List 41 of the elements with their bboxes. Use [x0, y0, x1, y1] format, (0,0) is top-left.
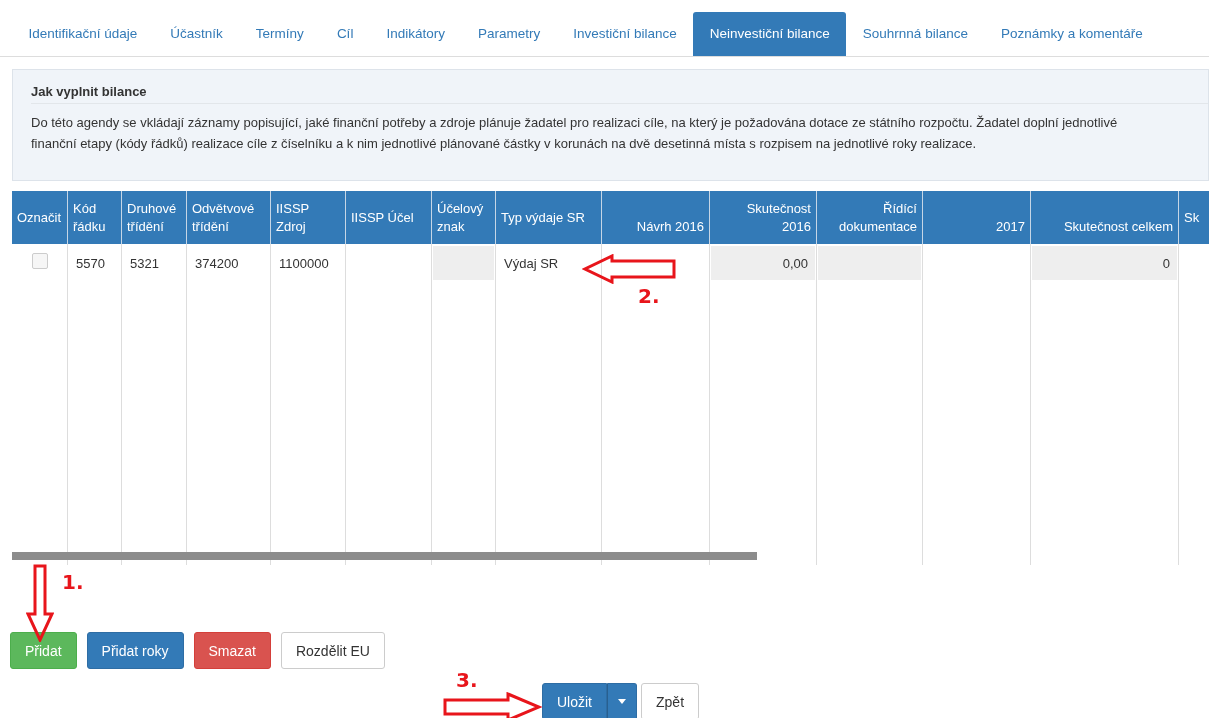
column-header: 2017	[923, 191, 1031, 244]
dropdown-toggle[interactable]	[607, 683, 637, 718]
column-header: IISSP Účel	[346, 191, 432, 244]
save-button[interactable]: Uložit	[542, 683, 607, 718]
back-button[interactable]: Zpět	[641, 683, 700, 718]
table-cell: 0	[1032, 246, 1177, 280]
column-header: Skutečnost 2016	[710, 191, 817, 244]
tab[interactable]: Parametry	[461, 12, 557, 56]
step-number: 1.	[62, 570, 84, 594]
tab[interactable]: Investiční bilance	[556, 12, 694, 56]
tab[interactable]: Identifikační údaje	[12, 12, 154, 56]
step-number: 3.	[456, 668, 478, 692]
column-header: Kód řádku	[68, 191, 122, 244]
column-header: Účelový znak	[432, 191, 496, 244]
action-button[interactable]: Smazat	[193, 632, 271, 669]
help-title: Jak vyplnit bilance	[31, 84, 1208, 104]
column-header: Odvětvové třídění	[187, 191, 271, 244]
tab[interactable]: Neinvestiční bilance	[693, 12, 847, 56]
column-header: Typ výdaje SR	[496, 191, 602, 244]
action-button[interactable]: Rozdělit EU	[280, 632, 385, 669]
tab[interactable]: Cíl	[320, 12, 370, 56]
table-cell: 0,00	[711, 246, 815, 280]
tab[interactable]: Souhrnná bilance	[846, 12, 985, 56]
help-text: Do této agendy se vkládají záznamy popisující, jaké finanční potřeby a zdroje plánuje žadatel pro realizaci cíle, na který je požadována dotace ze státního rozpočtu. Žadatel doplní jednotlivé finanční etapy (kódy řádků) realizace cíle z číselníku a k nim jednotlivé plánované částky v korunách na dvě desetinná místa s rozpisem na jednotlivé roky realizace.	[31, 114, 1119, 153]
column-header: Řídící dokumentace	[817, 191, 923, 244]
horizontal-scrollbar[interactable]	[12, 552, 757, 560]
caret-icon	[618, 699, 626, 704]
action-button[interactable]: Přidat roky	[86, 632, 184, 669]
column-header: Návrh 2016	[602, 191, 710, 244]
column-header: Označit	[12, 191, 68, 244]
column-header: Sk	[1179, 191, 1209, 244]
tab[interactable]: Indikátory	[369, 12, 462, 56]
step-number: 2.	[638, 284, 660, 308]
row-checkbox[interactable]	[31, 253, 48, 269]
column-header: Skutečnost celkem	[1031, 191, 1179, 244]
action-button[interactable]: Přidat	[10, 632, 77, 669]
column-header: IISSP Zdroj	[271, 191, 346, 244]
column-header: Druhové třídění	[122, 191, 187, 244]
tab[interactable]: Účastník	[153, 12, 240, 56]
tab[interactable]: Termíny	[239, 12, 321, 56]
tab[interactable]: Poznámky a komentáře	[984, 12, 1160, 56]
